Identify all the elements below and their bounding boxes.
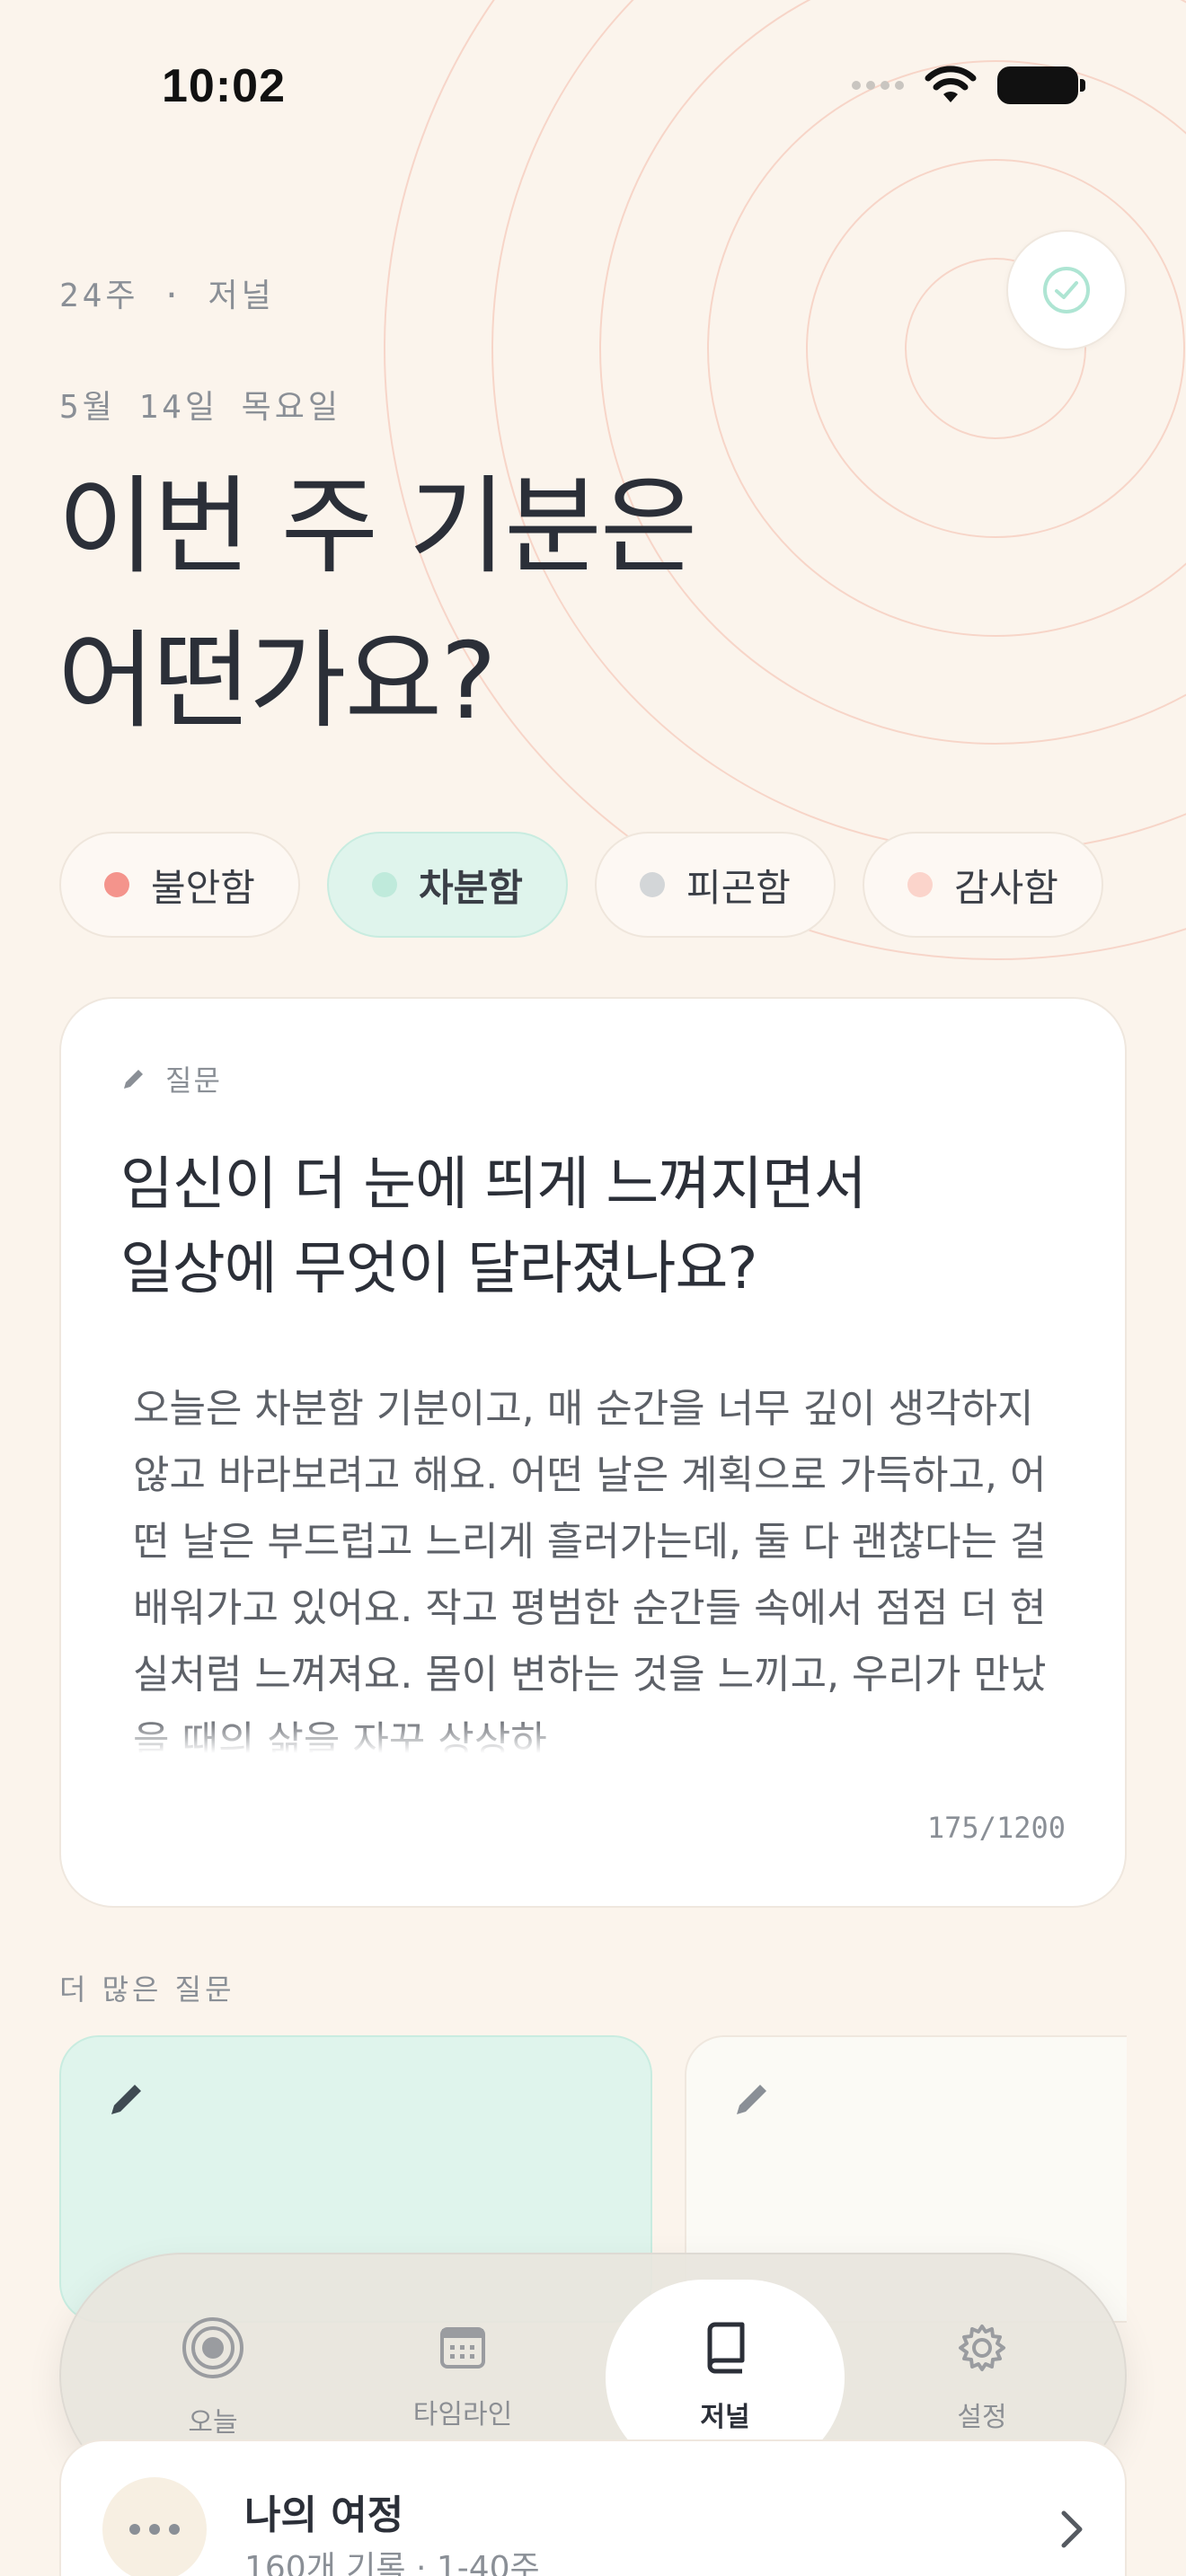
mood-chip-grateful[interactable]: 감사함 — [863, 832, 1103, 938]
nav-label: 설정 — [957, 2402, 1007, 2433]
calendar-icon — [440, 2327, 485, 2369]
check-circle-icon — [1043, 267, 1090, 313]
mood-chip-calm[interactable]: 차분함 — [327, 832, 568, 938]
journey-title: 나의 여정 — [244, 2492, 404, 2538]
more-questions-label: 더 많은 질문 — [59, 1972, 235, 2007]
question-card: 질문 임신이 더 눈에 띄게 느껴지면서 일상에 무엇이 달라졌나요? 오늘은 … — [59, 997, 1127, 1908]
done-button[interactable] — [1006, 230, 1127, 350]
journey-row[interactable]: 나의 여정 160개 기록 · 1-40주 — [59, 2439, 1127, 2576]
scroll-clip — [1127, 2021, 1186, 2344]
char-counter: 175/1200 — [926, 1811, 1066, 1845]
mood-chip-tired[interactable]: 피곤함 — [595, 832, 836, 938]
nav-label: 오늘 — [188, 2407, 238, 2439]
question-text: 임신이 더 눈에 띄게 느껴지면서 일상에 무엇이 달라졌나요? — [120, 1142, 1064, 1311]
question-line-2: 일상에 무엇이 달라졌나요? — [120, 1236, 757, 1302]
mood-dot — [907, 872, 934, 897]
chevron-right-icon — [1061, 2510, 1083, 2548]
status-time: 10:02 — [162, 60, 286, 112]
journey-subtitle: 160개 기록 · 1-40주 — [244, 2550, 540, 2576]
mood-dot — [640, 872, 666, 897]
mood-label: 피곤함 — [686, 865, 791, 910]
mood-label: 불안함 — [151, 865, 255, 910]
title-line-2: 어떤가요? — [58, 619, 497, 743]
wifi-icon — [925, 66, 977, 102]
battery-icon — [997, 66, 1085, 104]
answer-fade — [133, 1717, 1067, 1753]
week-label: 24주 · 저널 — [59, 278, 275, 314]
question-label-row: 질문 — [120, 1058, 222, 1099]
mood-label: 감사함 — [954, 865, 1058, 910]
page-title: 이번 주 기분은 어떤가요? — [58, 449, 866, 758]
book-icon — [707, 2322, 745, 2374]
question-label: 질문 — [165, 1063, 222, 1098]
date-label: 5월 14일 목요일 — [59, 389, 341, 426]
more-icon — [102, 2477, 207, 2576]
pencil-icon — [737, 2085, 766, 2114]
mood-chip-anxious[interactable]: 불안함 — [59, 832, 300, 938]
pencil-icon — [111, 2085, 141, 2114]
mood-dot — [372, 872, 398, 897]
title-line-1: 이번 주 기분은 — [58, 464, 697, 588]
answer-textarea[interactable]: 오늘은 차분함 기분이고, 매 순간을 너무 깊이 생각하지 않고 바라보려고 … — [133, 1376, 1067, 1753]
mood-label: 차분함 — [419, 865, 523, 910]
gear-icon — [959, 2325, 1005, 2371]
nav-label: 저널 — [700, 2402, 750, 2433]
mood-dot — [104, 872, 130, 897]
nav-label: 타임라인 — [412, 2399, 513, 2430]
pencil-icon — [124, 1070, 143, 1089]
mood-chips: 불안함 차분함 피곤함 감사함 — [59, 832, 1103, 938]
question-line-1: 임신이 더 눈에 띄게 느껴지면서 — [120, 1151, 867, 1218]
signal-icon — [852, 81, 904, 90]
target-icon — [182, 2317, 243, 2378]
status-icons — [852, 65, 1085, 106]
answer-text: 오늘은 차분함 기분이고, 매 순간을 너무 깊이 생각하지 않고 바라보려고 … — [133, 1386, 1047, 1753]
